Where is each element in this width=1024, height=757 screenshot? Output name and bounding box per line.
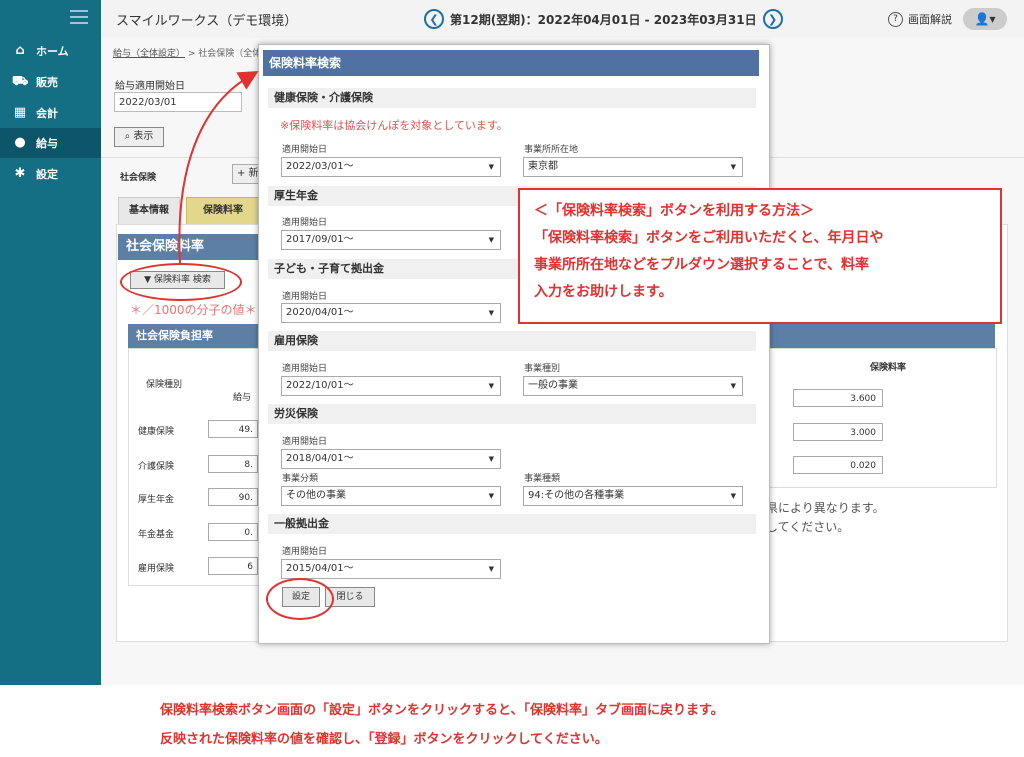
caption-line: 保険料率検索ボタン画面の「設定」ボタンをクリックすると、「保険料率」タブ画面に戻… (160, 703, 724, 718)
caption-line: 反映された保険料率の値を確認し、「登録」ボタンをクリックしてください。 (160, 732, 608, 747)
explanation-callout: ＜「保険料率検索」ボタンを利用する方法＞ 「保険料率検索」ボタンをご利用いただく… (518, 188, 1002, 324)
callout-line: 「保険料率検索」ボタンをご利用いただくと、年月日や (534, 230, 884, 246)
callout-title: ＜「保険料率検索」ボタンを利用する方法＞ (534, 203, 814, 219)
annotation-arrow (178, 70, 259, 264)
instruction-caption: 保険料率検索ボタン画面の「設定」ボタンをクリックすると、「保険料率」タブ画面に戻… (160, 696, 724, 754)
callout-line: 事業所所在地などをプルダウン選択することで、料率 (534, 257, 870, 273)
callout-line: 入力をお助けします。 (534, 284, 673, 300)
